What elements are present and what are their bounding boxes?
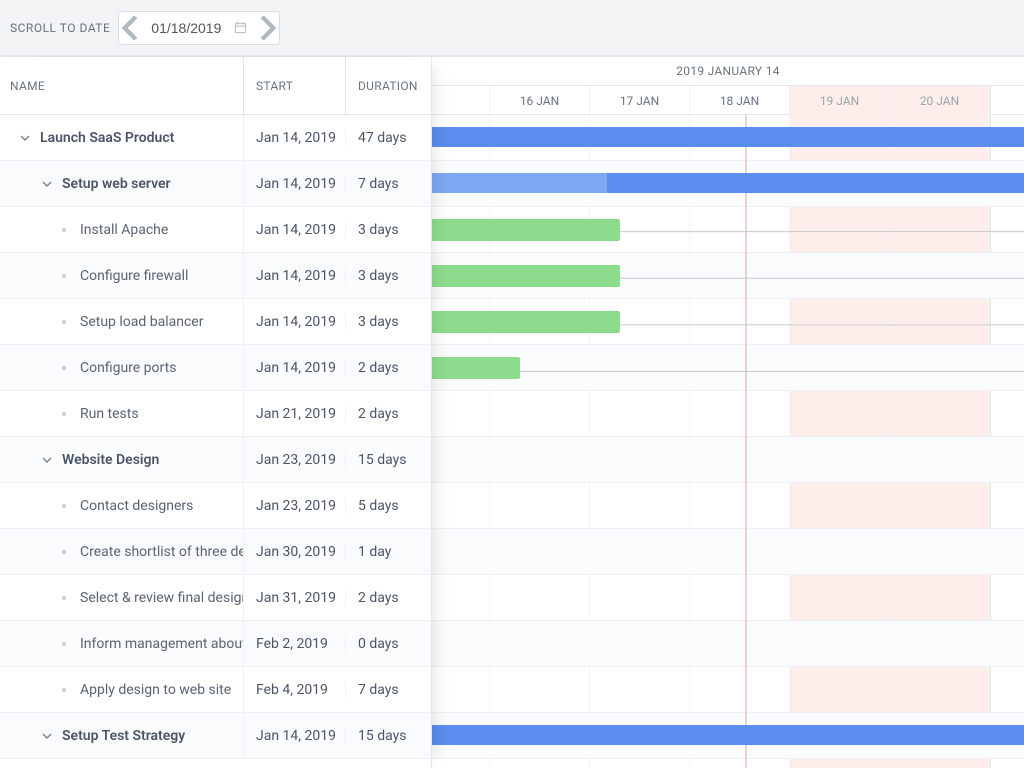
task-start: Jan 14, 2019 xyxy=(244,314,346,330)
day-header: 20 JAN xyxy=(890,86,990,115)
task-name: Select & review final design xyxy=(80,590,244,606)
table-row[interactable]: Contact designers Jan 23, 20195 days xyxy=(0,483,431,529)
task-name: Apply design to web site xyxy=(80,682,231,698)
leaf-dot-icon xyxy=(62,642,66,646)
day-header: 19 JAN xyxy=(790,86,890,115)
leaf-dot-icon xyxy=(62,228,66,232)
task-start: Jan 14, 2019 xyxy=(244,728,346,744)
task-start: Jan 21, 2019 xyxy=(244,406,346,422)
summary-bar[interactable] xyxy=(432,173,1024,193)
task-start: Jan 23, 2019 xyxy=(244,452,346,468)
task-start: Jan 14, 2019 xyxy=(244,130,346,146)
task-duration: 3 days xyxy=(346,222,431,238)
table-row[interactable]: Configure firewall Jan 14, 20193 days xyxy=(0,253,431,299)
table-row[interactable]: Select & review final designJan 31, 2019… xyxy=(0,575,431,621)
timeline-header: 2019 JANUARY 14 16 JAN17 JAN18 JAN19 JAN… xyxy=(432,57,1024,115)
task-name: Website Design xyxy=(62,452,159,468)
gantt-timeline[interactable]: 2019 JANUARY 14 16 JAN17 JAN18 JAN19 JAN… xyxy=(432,57,1024,768)
table-row[interactable]: Run tests Jan 21, 20192 days xyxy=(0,391,431,437)
chevron-down-icon[interactable] xyxy=(40,177,54,191)
task-start: Jan 14, 2019 xyxy=(244,360,346,376)
task-name: Setup web server xyxy=(62,176,171,192)
date-prev-button[interactable] xyxy=(119,12,147,44)
task-name: Contact designers xyxy=(80,498,193,514)
task-duration: 5 days xyxy=(346,498,431,514)
leaf-dot-icon xyxy=(62,366,66,370)
table-row[interactable]: Setup Test Strategy Jan 14, 201915 days xyxy=(0,713,431,759)
task-duration: 47 days xyxy=(346,130,431,146)
task-bar[interactable] xyxy=(432,357,520,379)
task-start: Feb 2, 2019 xyxy=(244,636,346,652)
task-name: Inform management about decision xyxy=(80,636,244,652)
table-row[interactable]: Website Design Jan 23, 201915 days xyxy=(0,437,431,483)
task-name: Configure ports xyxy=(80,360,176,376)
task-start: Jan 23, 2019 xyxy=(244,498,346,514)
task-name: Run tests xyxy=(80,406,139,422)
scroll-to-date-label: SCROLL TO DATE xyxy=(10,21,110,35)
task-name: Setup Test Strategy xyxy=(62,728,185,744)
day-header xyxy=(432,86,490,115)
day-header: 16 JAN xyxy=(490,86,590,115)
chevron-down-icon[interactable] xyxy=(40,453,54,467)
task-duration: 7 days xyxy=(346,682,431,698)
task-start: Jan 14, 2019 xyxy=(244,268,346,284)
calendar-icon[interactable] xyxy=(229,21,251,34)
leaf-dot-icon xyxy=(62,412,66,416)
summary-bar[interactable] xyxy=(432,127,1024,147)
leaf-dot-icon xyxy=(62,596,66,600)
task-bar[interactable] xyxy=(432,265,620,287)
task-start: Jan 30, 2019 xyxy=(244,544,346,560)
col-header-duration[interactable]: DURATION xyxy=(346,57,431,114)
task-duration: 15 days xyxy=(346,728,431,744)
task-duration: 1 day xyxy=(346,544,431,560)
table-row[interactable]: Inform management about decisionFeb 2, 2… xyxy=(0,621,431,667)
leaf-dot-icon xyxy=(62,274,66,278)
grid-header: NAME START DURATION xyxy=(0,57,431,115)
task-name: Install Apache xyxy=(80,222,168,238)
leaf-dot-icon xyxy=(62,688,66,692)
task-start: Jan 14, 2019 xyxy=(244,176,346,192)
task-grid: NAME START DURATION Launch SaaS Product J… xyxy=(0,57,432,768)
task-start: Jan 14, 2019 xyxy=(244,222,346,238)
chevron-down-icon[interactable] xyxy=(40,729,54,743)
task-duration: 3 days xyxy=(346,268,431,284)
table-row[interactable]: Launch SaaS Product Jan 14, 201947 days xyxy=(0,115,431,161)
timeline-month-label: 2019 JANUARY 14 xyxy=(432,57,1024,86)
col-header-name[interactable]: NAME xyxy=(0,57,244,114)
task-duration: 2 days xyxy=(346,590,431,606)
leaf-dot-icon xyxy=(62,550,66,554)
table-row[interactable]: Setup load balancer Jan 14, 20193 days xyxy=(0,299,431,345)
summary-bar[interactable] xyxy=(432,725,1024,745)
table-row[interactable]: Install Apache Jan 14, 20193 days xyxy=(0,207,431,253)
task-bar[interactable] xyxy=(432,311,620,333)
task-name: Configure firewall xyxy=(80,268,188,284)
task-name: Launch SaaS Product xyxy=(40,130,174,146)
day-header: 2 xyxy=(990,86,1024,115)
toolbar: SCROLL TO DATE xyxy=(0,0,1024,56)
date-picker[interactable] xyxy=(118,11,280,45)
leaf-dot-icon xyxy=(62,504,66,508)
table-row[interactable]: Setup web server Jan 14, 20197 days xyxy=(0,161,431,207)
task-duration: 2 days xyxy=(346,360,431,376)
task-duration: 7 days xyxy=(346,176,431,192)
task-duration: 3 days xyxy=(346,314,431,330)
date-input[interactable] xyxy=(147,20,229,36)
chevron-down-icon[interactable] xyxy=(18,131,32,145)
task-duration: 0 days xyxy=(346,636,431,652)
date-next-button[interactable] xyxy=(251,12,279,44)
table-row[interactable]: Configure ports Jan 14, 20192 days xyxy=(0,345,431,391)
task-duration: 2 days xyxy=(346,406,431,422)
task-duration: 15 days xyxy=(346,452,431,468)
table-row[interactable]: Create shortlist of three designsJan 30,… xyxy=(0,529,431,575)
table-row[interactable]: Apply design to web site Feb 4, 20197 day… xyxy=(0,667,431,713)
day-header: 17 JAN xyxy=(590,86,690,115)
day-header: 18 JAN xyxy=(690,86,790,115)
leaf-dot-icon xyxy=(62,320,66,324)
task-start: Jan 31, 2019 xyxy=(244,590,346,606)
task-bar[interactable] xyxy=(432,219,620,241)
task-name: Create shortlist of three designs xyxy=(80,544,244,560)
task-start: Feb 4, 2019 xyxy=(244,682,346,698)
col-header-start[interactable]: START xyxy=(244,57,346,114)
task-name: Setup load balancer xyxy=(80,314,203,330)
